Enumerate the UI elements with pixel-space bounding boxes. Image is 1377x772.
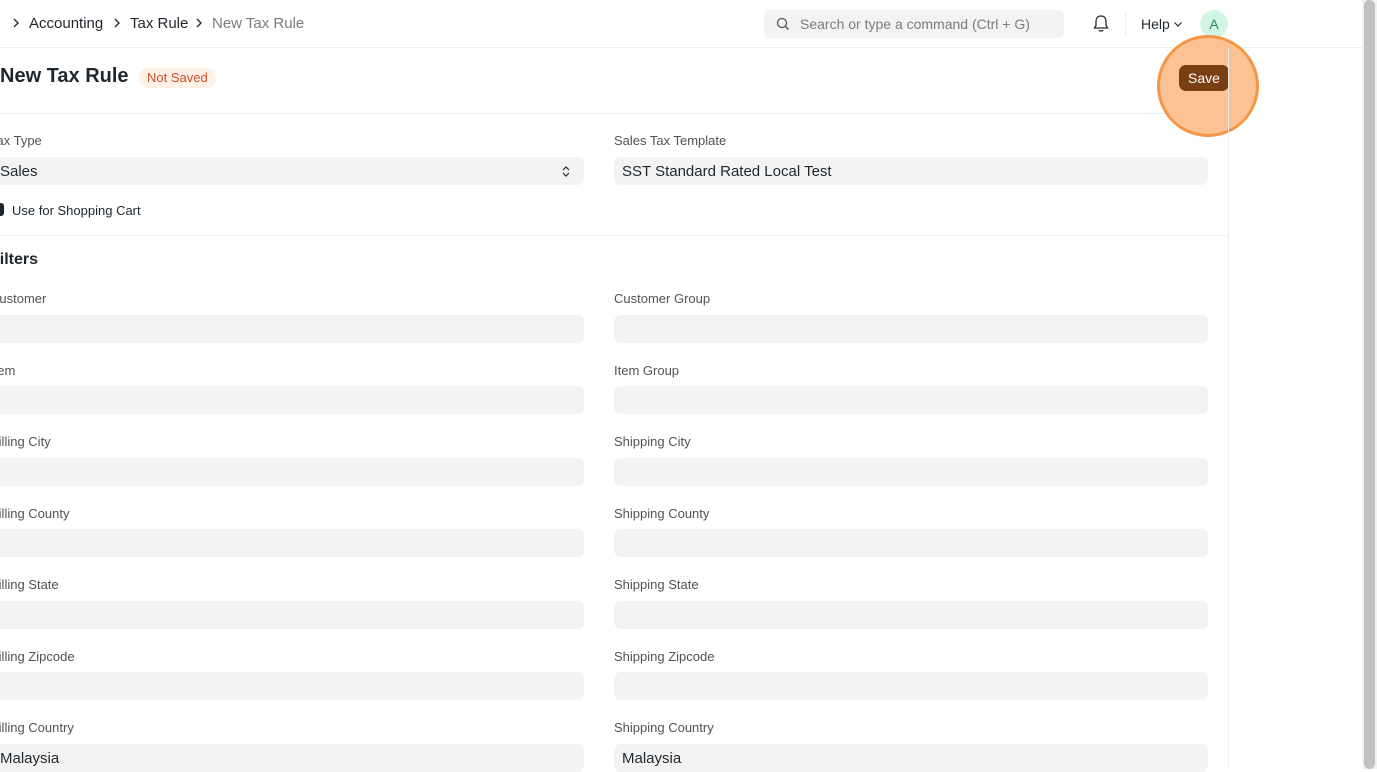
section-divider	[0, 235, 1228, 236]
chevron-right-icon	[13, 18, 19, 28]
billing-country-field[interactable]: Malaysia	[0, 744, 584, 772]
scrollbar-thumb[interactable]	[1364, 0, 1375, 769]
billing-country-value: Malaysia	[0, 750, 60, 767]
shipping-city-field[interactable]	[614, 458, 1208, 486]
billing-country-label: Billing Country	[0, 720, 74, 735]
item-group-label: Item Group	[614, 363, 680, 378]
sales-tax-template-field[interactable]: SST Standard Rated Local Test	[614, 157, 1208, 185]
shipping-country-value: Malaysia	[622, 750, 682, 767]
chevron-right-icon	[196, 18, 202, 28]
select-arrows-icon	[562, 166, 570, 177]
tax-type-value: Sales	[0, 163, 38, 180]
chevron-down-icon[interactable]	[1173, 21, 1183, 28]
sales-tax-template-value: SST Standard Rated Local Test	[622, 163, 832, 180]
status-badge: Not Saved	[139, 68, 216, 88]
shipping-state-label: Shipping State	[614, 577, 699, 592]
shipping-county-field[interactable]	[614, 529, 1208, 557]
billing-zipcode-label: Billing Zipcode	[0, 649, 75, 664]
navbar-divider	[1125, 12, 1126, 36]
shipping-county-label: Shipping County	[614, 506, 710, 521]
avatar[interactable]: A	[1200, 10, 1228, 38]
chevron-right-icon	[114, 18, 120, 28]
item-group-field[interactable]	[614, 386, 1208, 414]
billing-county-label: Billing County	[0, 506, 70, 521]
use-for-shopping-cart-label: Use for Shopping Cart	[12, 203, 141, 218]
shipping-zipcode-field[interactable]	[614, 672, 1208, 700]
billing-county-field[interactable]	[0, 529, 584, 557]
item-field[interactable]	[0, 386, 584, 414]
billing-city-field[interactable]	[0, 458, 584, 486]
customer-label: Customer	[0, 291, 47, 306]
shipping-country-field[interactable]: Malaysia	[614, 744, 1208, 772]
item-label: Item	[0, 363, 16, 378]
help-menu[interactable]: Help	[1141, 16, 1170, 32]
use-for-shopping-cart-checkbox[interactable]	[0, 203, 4, 216]
shipping-country-label: Shipping Country	[614, 720, 714, 735]
scrollbar[interactable]	[1362, 0, 1377, 769]
save-button[interactable]: Save	[1179, 65, 1229, 91]
search-bar[interactable]: Search or type a command (Ctrl + G)	[764, 10, 1064, 38]
top-navbar: Accounting Tax Rule New Tax Rule Search …	[0, 0, 1362, 48]
tax-type-label: Tax Type	[0, 133, 42, 148]
customer-group-field[interactable]	[614, 315, 1208, 343]
bell-icon[interactable]	[1092, 14, 1110, 34]
breadcrumb-current: New Tax Rule	[212, 15, 305, 32]
page-head: New Tax Rule Not Saved	[0, 48, 1228, 114]
customer-field[interactable]	[0, 315, 584, 343]
page-title: New Tax Rule	[0, 65, 129, 87]
customer-group-label: Customer Group	[614, 291, 711, 306]
billing-state-label: Billing State	[0, 577, 59, 592]
search-placeholder: Search or type a command (Ctrl + G)	[800, 16, 1030, 32]
shipping-city-label: Shipping City	[614, 434, 691, 449]
sales-tax-template-label: Sales Tax Template	[614, 133, 727, 148]
shipping-state-field[interactable]	[614, 601, 1208, 629]
billing-zipcode-field[interactable]	[0, 672, 584, 700]
filters-section-title: Filters	[0, 251, 39, 268]
shipping-zipcode-label: Shipping Zipcode	[614, 649, 715, 664]
breadcrumb-accounting[interactable]: Accounting	[29, 15, 103, 32]
breadcrumb-tax-rule[interactable]: Tax Rule	[130, 15, 188, 32]
billing-city-label: Billing City	[0, 434, 51, 449]
content-border	[1228, 48, 1229, 769]
billing-state-field[interactable]	[0, 601, 584, 629]
tax-type-select[interactable]: Sales	[0, 157, 584, 185]
search-icon	[776, 17, 789, 30]
